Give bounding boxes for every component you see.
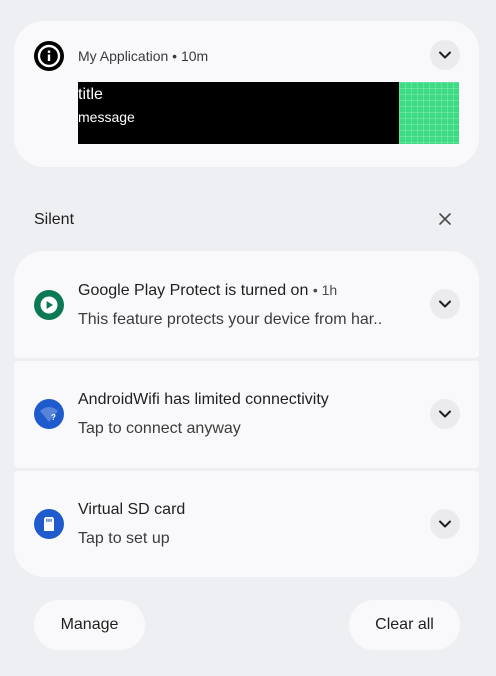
expand-button[interactable] bbox=[430, 40, 460, 70]
play-protect-icon bbox=[34, 290, 64, 320]
notification-title: AndroidWifi has limited connectivity bbox=[78, 391, 329, 408]
header-separator: • bbox=[172, 48, 178, 64]
notification-text: Tap to connect anyway bbox=[78, 420, 241, 437]
notification-text: Tap to set up bbox=[78, 530, 170, 547]
notification-text: This feature protects your device from h… bbox=[78, 311, 383, 328]
notification-image bbox=[399, 82, 459, 144]
notification-time: • 1h bbox=[313, 282, 337, 298]
notification-time: 10m bbox=[180, 48, 209, 64]
chevron-down-icon bbox=[439, 300, 451, 308]
expand-button[interactable] bbox=[430, 289, 460, 319]
custom-view-title: title bbox=[78, 86, 103, 103]
custom-notification-view[interactable]: title message bbox=[78, 82, 459, 144]
notification-play-protect[interactable]: Google Play Protect is turned on • 1h Th… bbox=[14, 251, 479, 358]
svg-text:?: ? bbox=[51, 413, 56, 422]
time-value: 1h bbox=[321, 282, 338, 298]
notification-title: Virtual SD card bbox=[78, 501, 186, 518]
custom-view-message: message bbox=[78, 109, 135, 125]
silent-section-title: Silent bbox=[34, 211, 75, 228]
wifi-warning-icon: ? bbox=[34, 399, 64, 429]
app-notification-card[interactable]: My Application • 10m title message bbox=[14, 21, 479, 167]
notification-title-text: Google Play Protect is turned on bbox=[78, 282, 309, 299]
time-separator: • bbox=[312, 282, 318, 298]
chevron-down-icon bbox=[439, 520, 451, 528]
info-icon bbox=[34, 41, 64, 71]
expand-button[interactable] bbox=[430, 509, 460, 539]
notification-title: Google Play Protect is turned on • 1h bbox=[78, 282, 337, 300]
chevron-down-icon bbox=[439, 410, 451, 418]
chevron-down-icon bbox=[439, 51, 451, 59]
app-notification-header: My Application • 10m bbox=[78, 48, 208, 64]
app-name: My Application bbox=[78, 48, 169, 64]
expand-button[interactable] bbox=[430, 399, 460, 429]
close-icon bbox=[439, 213, 451, 225]
notification-sd-card[interactable]: Virtual SD card Tap to set up bbox=[14, 471, 479, 577]
clear-silent-button[interactable] bbox=[434, 208, 456, 230]
sd-card-icon bbox=[34, 509, 64, 539]
clear-all-button[interactable]: Clear all bbox=[349, 600, 460, 650]
manage-button[interactable]: Manage bbox=[34, 600, 145, 650]
silent-notifications-group: Google Play Protect is turned on • 1h Th… bbox=[14, 251, 479, 577]
notification-wifi[interactable]: ? AndroidWifi has limited connectivity T… bbox=[14, 361, 479, 468]
